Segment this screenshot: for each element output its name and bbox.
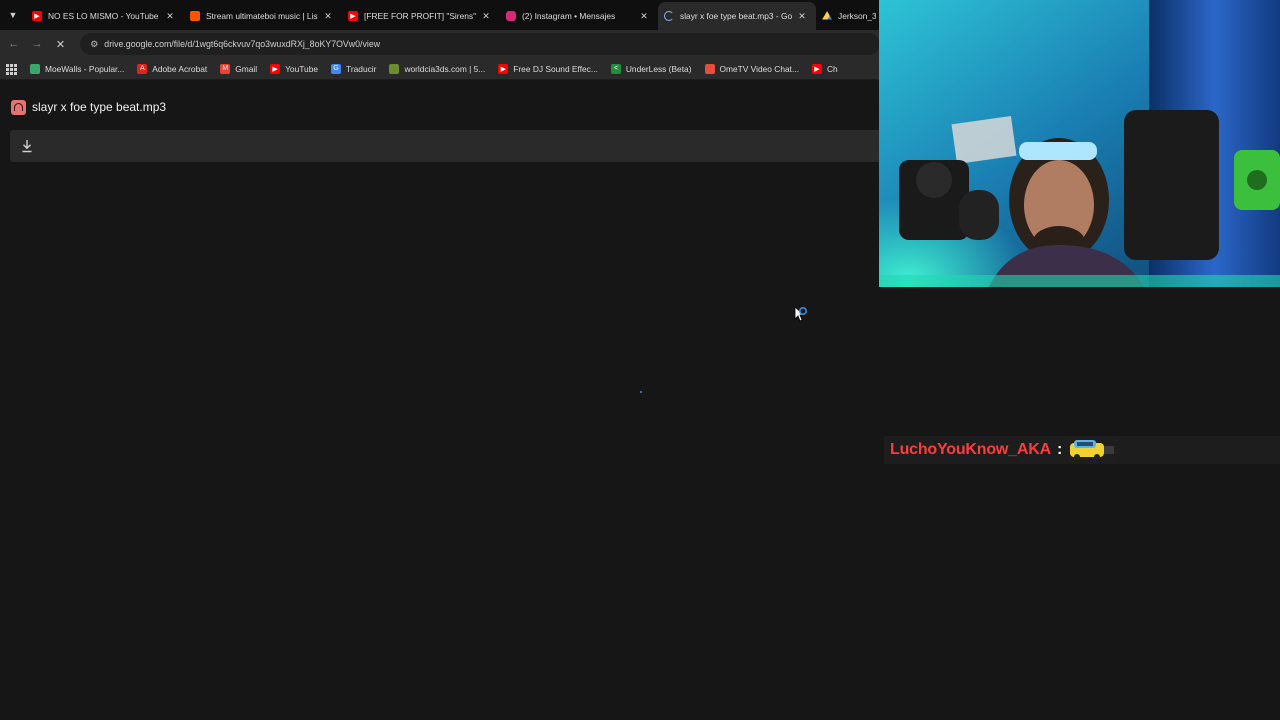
bookmarks-bar: MoeWalls - Popular... A Adobe Acrobat M … — [0, 58, 880, 80]
bookmark-underless[interactable]: < UnderLess (Beta) — [610, 63, 692, 74]
tab-2[interactable]: ▶ [FREE FOR PROFIT] "Sirens" Luc ✕ — [342, 2, 500, 30]
bookmark-ometv[interactable]: OmeTV Video Chat... — [704, 63, 799, 74]
close-icon[interactable]: ✕ — [480, 11, 492, 22]
youtube-icon: ▶ — [270, 63, 281, 74]
chat-username: LuchoYouKnow_AKA — [890, 441, 1051, 458]
bookmark-ch[interactable]: ▶ Ch — [811, 63, 838, 74]
tab-title: Jerkson_3.r — [838, 11, 876, 21]
close-icon[interactable]: ✕ — [638, 11, 650, 22]
site-info-icon[interactable]: ⚙ — [90, 39, 98, 50]
webcam-feed-image — [879, 0, 1280, 287]
back-icon[interactable]: ← — [2, 32, 25, 56]
bookmark-label: OmeTV Video Chat... — [719, 63, 799, 74]
instagram-icon — [506, 11, 516, 21]
youtube-icon: ▶ — [811, 63, 822, 74]
close-icon[interactable]: ✕ — [322, 11, 334, 22]
busy-cursor-icon — [794, 306, 808, 322]
bookmark-adobe-acrobat[interactable]: A Adobe Acrobat — [137, 63, 208, 74]
bookmark-label: Traducir — [346, 63, 377, 74]
screen: ▼ ▶ NO ES LO MISMO - YouTube ✕ Stream ul… — [0, 0, 1280, 720]
tab-title: slayr x foe type beat.mp3 - Goo — [680, 11, 792, 21]
audio-player-bar — [10, 130, 880, 162]
chat-separator: : — [1056, 441, 1063, 458]
tab-3[interactable]: (2) Instagram • Mensajes ✕ — [500, 2, 658, 30]
bookmark-label: YouTube — [285, 63, 319, 74]
close-icon[interactable]: ✕ — [164, 11, 176, 22]
underless-icon: < — [610, 63, 621, 74]
bookmark-label: Ch — [826, 63, 838, 74]
bookmark-label: Gmail — [235, 63, 258, 74]
file-header: slayr x foe type beat.mp3 — [0, 94, 880, 120]
bookmark-worldcia3ds[interactable]: worldcia3ds.com | 5... — [389, 63, 486, 74]
tab-title: [FREE FOR PROFIT] "Sirens" Luc — [364, 11, 476, 21]
tab-0[interactable]: ▶ NO ES LO MISMO - YouTube ✕ — [26, 2, 184, 30]
bookmark-label: Free DJ Sound Effec... — [513, 63, 598, 74]
gmail-icon: M — [220, 63, 231, 74]
address-text: drive.google.com/file/d/1wgt6q6ckvuv7qo3… — [104, 39, 381, 49]
chat-emote-image — [1068, 437, 1117, 463]
drive-icon — [822, 11, 832, 20]
youtube-icon: ▶ — [348, 11, 358, 21]
bookmark-label: MoeWalls - Popular... — [45, 63, 125, 74]
apps-grid-icon[interactable] — [6, 63, 17, 75]
tab-1[interactable]: Stream ultimateboi music | List ✕ — [184, 2, 342, 30]
bookmark-moewalls[interactable]: MoeWalls - Popular... — [30, 63, 125, 74]
youtube-icon: ▶ — [498, 63, 509, 74]
bookmark-traducir[interactable]: G Traducir — [331, 63, 377, 74]
bookmark-free-dj-sound[interactable]: ▶ Free DJ Sound Effec... — [498, 63, 598, 74]
bookmark-label: UnderLess (Beta) — [625, 63, 692, 74]
tab-title: (2) Instagram • Mensajes — [522, 11, 616, 21]
youtube-icon: ▶ — [32, 11, 42, 21]
close-icon[interactable]: ✕ — [796, 11, 808, 22]
browser-toolbar: ← → ✕ ⚙ drive.google.com/file/d/1wgt6q6c… — [0, 30, 881, 58]
download-glyph — [22, 140, 32, 153]
tab-strip: ▼ ▶ NO ES LO MISMO - YouTube ✕ Stream ul… — [0, 0, 880, 30]
stop-loading-icon[interactable]: ✕ — [49, 32, 72, 56]
tab-title: NO ES LO MISMO - YouTube — [48, 11, 159, 21]
bookmark-label: worldcia3ds.com | 5... — [404, 63, 486, 74]
acrobat-icon: A — [137, 63, 148, 74]
bookmark-label: Adobe Acrobat — [152, 63, 208, 74]
audio-file-icon — [11, 99, 26, 115]
ometv-icon — [704, 63, 715, 74]
forward-icon[interactable]: → — [25, 32, 48, 56]
tab-4-active[interactable]: slayr x foe type beat.mp3 - Goo ✕ — [658, 2, 816, 30]
chat-message-overlay: LuchoYouKnow_AKA : — [884, 436, 1280, 464]
bookmark-youtube[interactable]: ▶ YouTube — [270, 63, 319, 74]
moewalls-icon — [30, 63, 40, 74]
translate-icon: G — [331, 63, 342, 74]
tab-search-icon[interactable]: ▼ — [0, 0, 26, 30]
bookmark-gmail[interactable]: M Gmail — [220, 63, 258, 74]
loading-spinner — [640, 391, 642, 393]
soundcloud-icon — [190, 11, 200, 21]
file-name: slayr x foe type beat.mp3 — [32, 100, 167, 114]
download-icon[interactable] — [21, 139, 33, 153]
tab-title: Stream ultimateboi music | List — [206, 11, 318, 21]
address-bar[interactable]: ⚙ drive.google.com/file/d/1wgt6q6ckvuv7q… — [80, 33, 881, 55]
globe-icon — [389, 63, 400, 74]
loading-icon — [664, 11, 674, 21]
webcam-overlay — [879, 0, 1280, 287]
tab-5[interactable]: Jerkson_3.r — [816, 2, 876, 30]
